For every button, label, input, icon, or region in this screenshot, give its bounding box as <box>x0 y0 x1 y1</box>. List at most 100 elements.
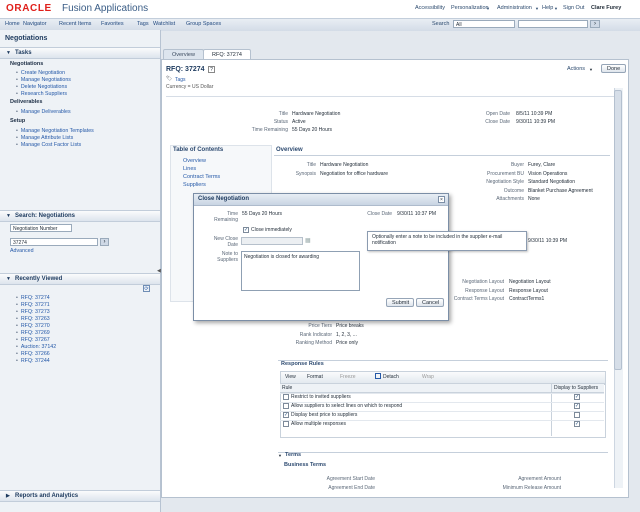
global-search-input[interactable] <box>518 20 588 28</box>
search-field-select[interactable]: Negotiation Number <box>10 224 72 232</box>
close-icon[interactable]: × <box>438 196 445 203</box>
task-link[interactable]: Manage Negotiation Templates <box>16 128 94 134</box>
task-link[interactable]: Manage Deliverables <box>16 109 71 115</box>
summary-label: Status <box>273 119 288 125</box>
toc-link[interactable]: Overview <box>183 158 206 164</box>
actions-menu[interactable]: Actions <box>567 66 585 72</box>
rule-value: Price breaks <box>336 323 364 329</box>
summary-label: Close Date <box>485 119 510 125</box>
tab-strip: Overview RFQ: 37274 <box>161 48 627 60</box>
nav-navigator[interactable]: Navigator <box>23 21 47 27</box>
personalization-link[interactable]: Personalization <box>451 5 489 11</box>
user-name: Clare Furey <box>591 5 622 11</box>
recent-item[interactable]: RFQ: 37263 <box>16 316 50 322</box>
task-link[interactable]: Manage Attribute Lists <box>16 135 73 141</box>
summary-label: Open Date <box>485 111 510 117</box>
note-textarea[interactable]: Negotiation is closed for awarding <box>241 251 360 291</box>
help-icon[interactable]: ? <box>208 66 215 73</box>
rule-text: Allow multiple responses <box>291 421 347 427</box>
display-checkbox[interactable]: ✓ <box>574 394 580 400</box>
task-link[interactable]: Manage Cost Factor Lists <box>16 142 81 148</box>
recent-item[interactable]: Auction: 37142 <box>16 344 56 350</box>
recent-item[interactable]: RFQ: 37273 <box>16 309 50 315</box>
recent-panel-header[interactable]: ▼ Recently Viewed <box>0 273 160 285</box>
recent-item[interactable]: RFQ: 37274 <box>16 295 50 301</box>
chevron-down-icon: ▼ <box>486 6 490 11</box>
app-title: Fusion Applications <box>62 3 149 14</box>
wrap-button[interactable]: Wrap <box>422 374 434 380</box>
rule-value: Price only <box>336 340 358 346</box>
toc-link[interactable]: Suppliers <box>183 182 206 188</box>
cancel-button[interactable]: Cancel <box>416 298 444 307</box>
recent-item[interactable]: RFQ: 37266 <box>16 351 50 357</box>
display-checkbox[interactable] <box>574 412 580 418</box>
rule-checkbox[interactable]: ✓ <box>283 412 289 418</box>
accessibility-link[interactable]: Accessibility <box>415 5 445 11</box>
task-link[interactable]: Manage Negotiations <box>16 77 71 83</box>
toc-link[interactable]: Lines <box>183 166 196 172</box>
rule-label: Ranking Method <box>295 340 332 346</box>
recent-item[interactable]: RFQ: 37271 <box>16 302 50 308</box>
close-immediately-checkbox[interactable]: ✓ <box>243 227 249 233</box>
collapse-icon[interactable]: ▼ <box>278 453 282 458</box>
recent-item[interactable]: RFQ: 37269 <box>16 330 50 336</box>
nav-home[interactable]: Home <box>5 21 20 27</box>
recent-item[interactable]: RFQ: 37267 <box>16 337 50 343</box>
toc-title: Table of Contents <box>173 147 224 153</box>
search-panel-header[interactable]: ▼ Search: Negotiations <box>0 210 160 222</box>
column-header-rule[interactable]: Rule <box>282 385 292 391</box>
close-date-value: 9/30/11 10:37 PM <box>397 211 437 217</box>
done-button[interactable]: Done <box>601 64 627 73</box>
display-checkbox[interactable]: ✓ <box>574 403 580 409</box>
nav-recent-items[interactable]: Recent Items <box>59 21 91 27</box>
task-link[interactable]: Research Suppliers <box>16 91 67 97</box>
nav-favorites[interactable]: Favorites <box>101 21 124 27</box>
search-scope-select[interactable]: All <box>453 20 515 28</box>
advanced-search-link[interactable]: Advanced <box>10 248 34 254</box>
nav-tags[interactable]: Tags <box>137 21 149 27</box>
regional-area: Negotiations ▼Tasks Negotiations Create … <box>0 30 161 512</box>
tags-link[interactable]: Tags <box>175 77 186 83</box>
nav-watchlist[interactable]: Watchlist <box>153 21 175 27</box>
calendar-icon[interactable]: ▦ <box>305 237 311 244</box>
expand-icon: ▶ <box>6 493 10 499</box>
detach-button[interactable]: Detach <box>383 374 399 380</box>
layout-value: ContractTerms1 <box>509 296 545 302</box>
rule-checkbox[interactable] <box>283 421 289 427</box>
close-negotiation-dialog: Close Negotiation × Time Remaining 55 Da… <box>193 193 449 321</box>
new-close-date-input[interactable] <box>241 237 303 245</box>
task-link[interactable]: Delete Negotiations <box>16 84 67 90</box>
view-menu[interactable]: View <box>285 374 296 380</box>
tasks-panel-header[interactable]: ▼ Tasks <box>0 47 160 59</box>
display-checkbox[interactable]: ✓ <box>574 421 580 427</box>
submit-button[interactable]: Submit <box>386 298 414 307</box>
note-label: Note to Suppliers <box>217 251 238 263</box>
rule-checkbox[interactable] <box>283 394 289 400</box>
nav-group-spaces[interactable]: Group Spaces <box>186 21 221 27</box>
overview-label: Title <box>306 162 316 168</box>
business-terms-title: Business Terms <box>284 462 327 468</box>
overview-value: Blanket Purchase Agreement <box>528 187 593 194</box>
recent-item[interactable]: RFQ: 37270 <box>16 323 50 329</box>
help-link[interactable]: Help <box>542 5 553 11</box>
rule-checkbox[interactable] <box>283 403 289 409</box>
overview-value: Vision Operations <box>528 170 568 177</box>
negotiation-search-input[interactable]: 37274 <box>10 238 98 246</box>
tag-icon[interactable]: 🏷 <box>166 76 172 82</box>
recent-item[interactable]: RFQ: 37244 <box>16 358 50 364</box>
detach-icon[interactable] <box>375 373 381 379</box>
scrollbar-thumb[interactable] <box>614 90 622 370</box>
refresh-icon[interactable]: ⟳ <box>143 285 150 292</box>
column-header-display[interactable]: Display to Suppliers <box>554 385 598 391</box>
search-go-icon[interactable]: › <box>100 238 109 246</box>
task-link[interactable]: Create Negotiation <box>16 70 65 76</box>
toc-link[interactable]: Contract Terms <box>183 174 220 180</box>
reports-panel-header[interactable]: ▶ Reports and Analytics <box>0 490 160 502</box>
summary-value: Active <box>292 119 306 125</box>
time-remaining-label: Time Remaining <box>214 211 238 223</box>
sign-out-link[interactable]: Sign Out <box>563 5 584 11</box>
administration-link[interactable]: Administration <box>497 5 532 11</box>
freeze-button[interactable]: Freeze <box>340 374 356 380</box>
format-menu[interactable]: Format <box>307 374 323 380</box>
search-icon[interactable]: › <box>590 20 600 28</box>
